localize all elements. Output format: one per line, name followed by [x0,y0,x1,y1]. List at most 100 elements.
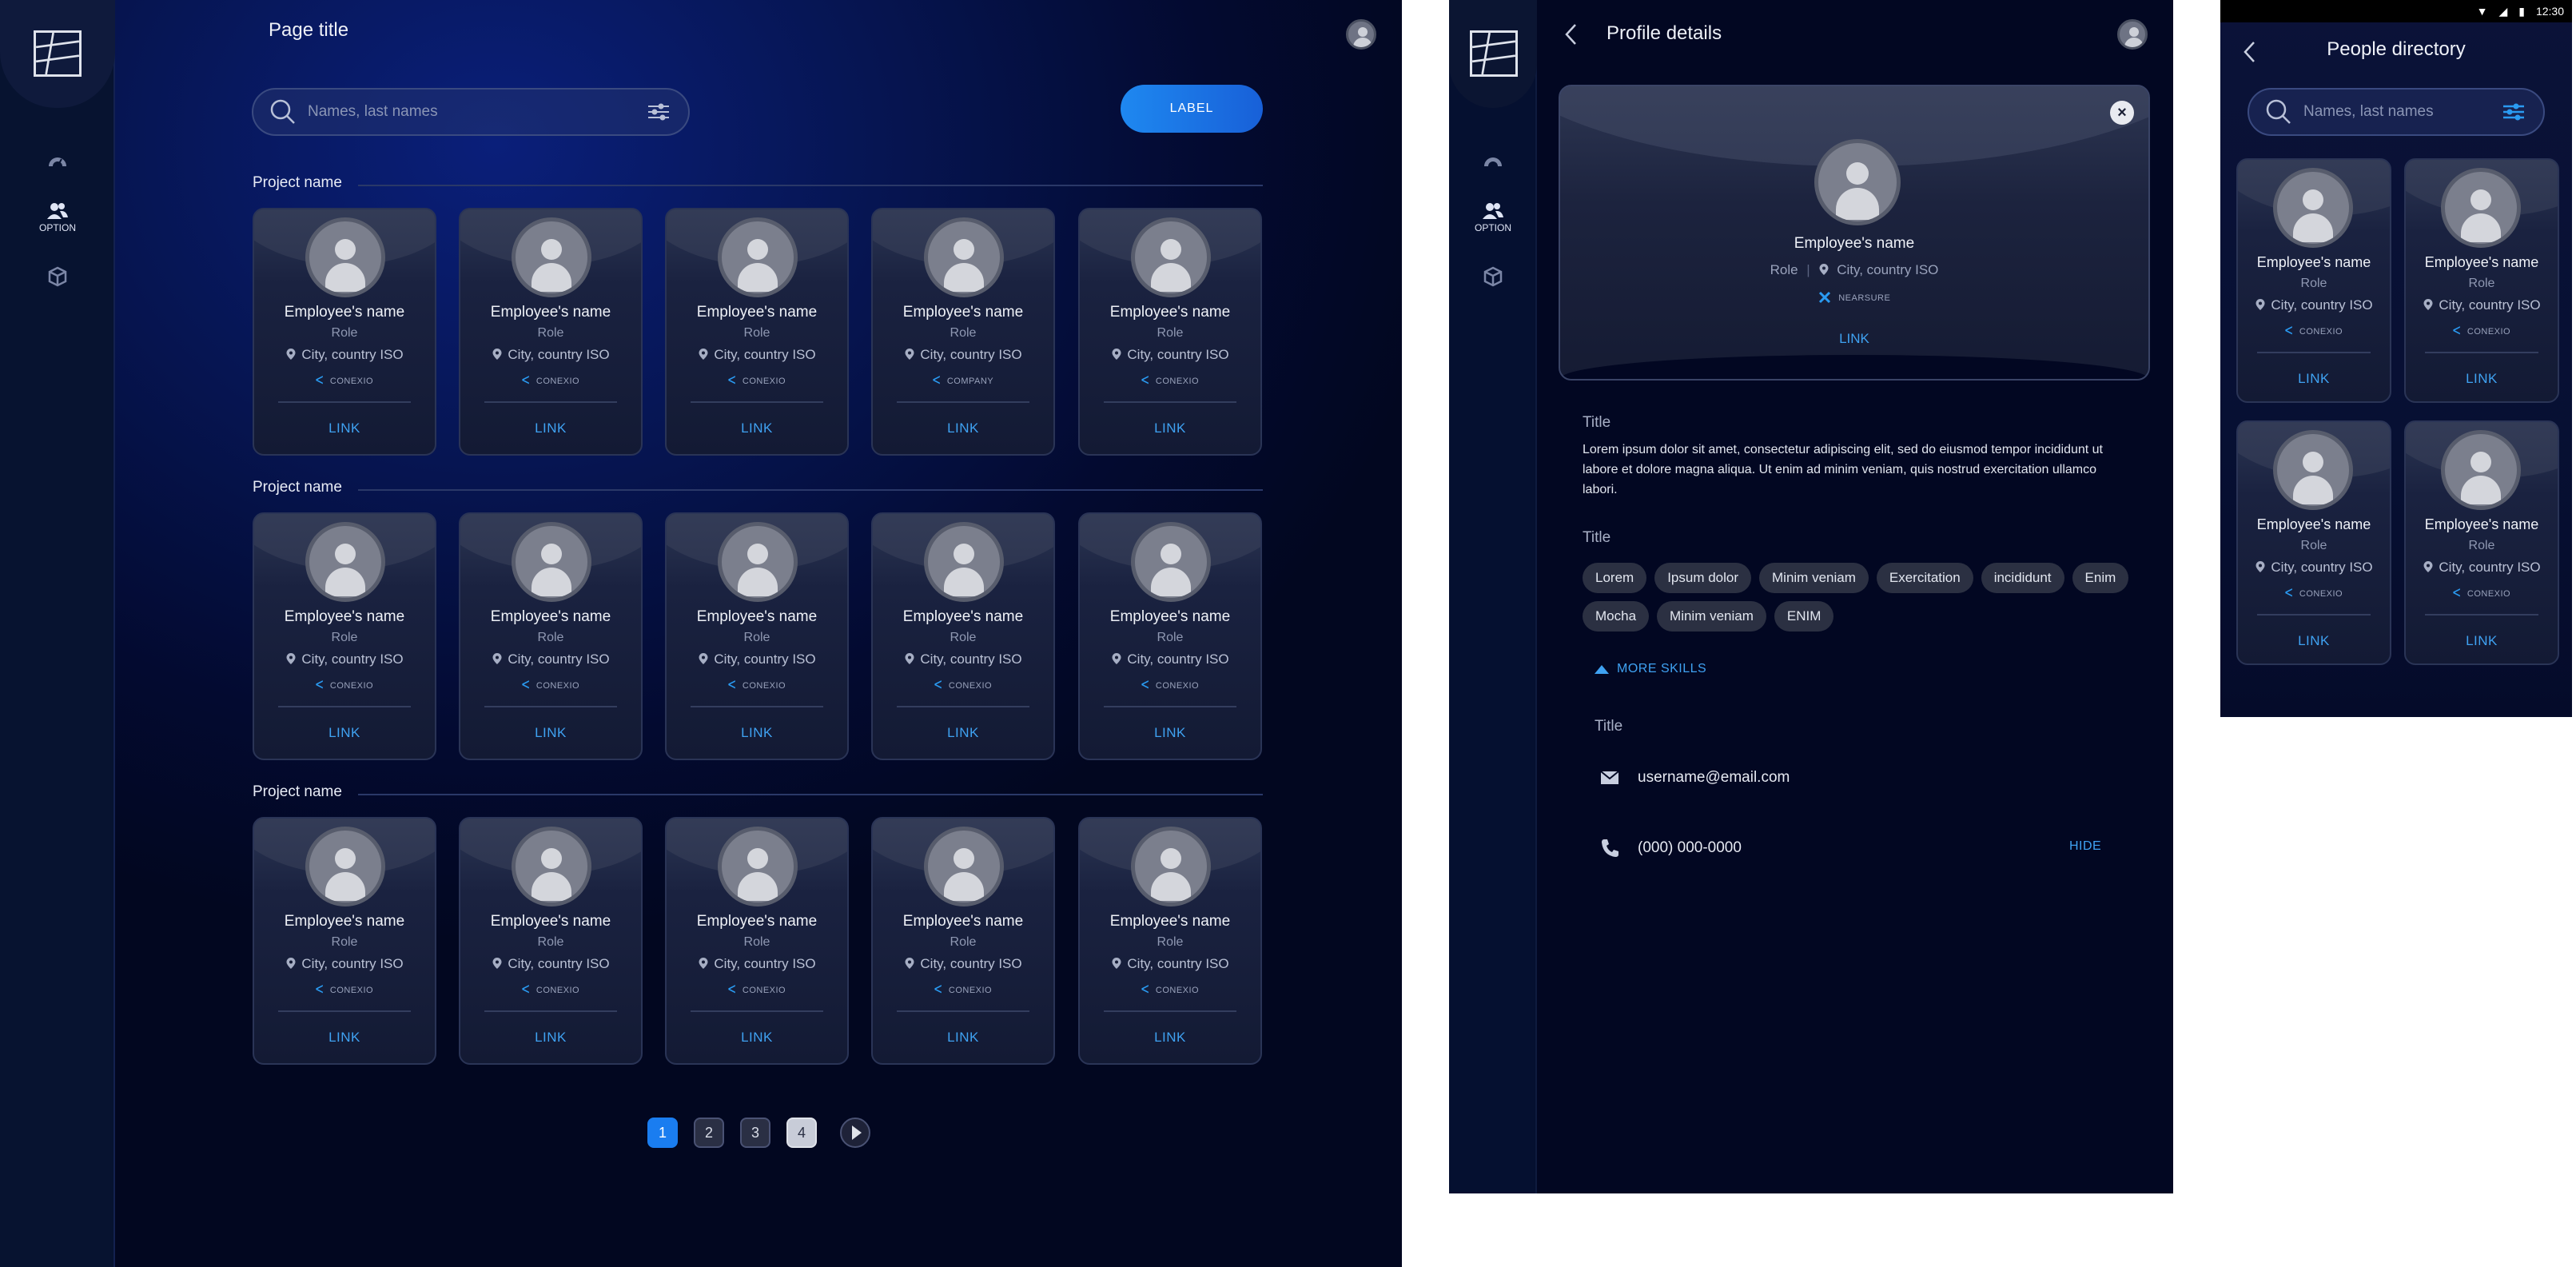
page-title: People directory [2327,38,2466,60]
search-bar[interactable]: Names, last names [252,88,690,136]
page-button[interactable]: 3 [740,1118,770,1148]
page-button[interactable]: 1 [647,1118,678,1148]
section-title: Project name [253,783,342,800]
skill-chip[interactable]: Lorem [1583,563,1647,593]
nav-item-option[interactable]: OPTION [0,200,115,233]
skill-chip[interactable]: Minim veniam [1657,601,1766,632]
card-link[interactable]: LINK [1080,725,1260,741]
location-pin-icon [492,958,502,969]
email-row[interactable]: username@email.com [1599,767,1790,788]
card-link[interactable]: LINK [460,420,641,436]
employee-card[interactable]: Employee's name Role City, country ISO ᐸ CON… [2236,158,2391,403]
company-name: CONEXIO [2467,327,2511,337]
employee-card[interactable]: Employee's name Role City, country ISO ᐸ CON… [2236,420,2391,665]
next-page-button[interactable] [840,1118,870,1148]
employee-avatar [2441,430,2521,510]
back-arrow-icon[interactable] [1563,22,1580,46]
nav-item-cube[interactable] [1449,265,1537,288]
employee-role: Role [950,935,977,949]
company-logo-icon: ᐸ [521,374,530,386]
card-link[interactable]: LINK [254,420,435,436]
company-name: CONEXIO [1155,681,1200,691]
card-link[interactable]: LINK [2406,371,2558,387]
label-button[interactable]: LABEL [1121,85,1263,133]
company-badge: ᐸ CONEXIO [873,679,1053,691]
employee-card[interactable]: Employee's name Role City, country ISO ᐸ CON… [2404,158,2559,403]
card-link[interactable]: LINK [667,1030,847,1046]
card-link[interactable]: LINK [2406,633,2558,649]
nav-item-dashboard[interactable] [1449,150,1537,173]
employee-card[interactable]: Employee's name Role City, country ISO ᐸ CON… [459,208,643,456]
employee-card[interactable]: Employee's name Role City, country ISO ᐸ CON… [253,512,436,760]
card-link[interactable]: LINK [873,1030,1053,1046]
employee-location: City, country ISO [2439,297,2541,313]
page-title: Page title [269,19,349,41]
employee-card[interactable]: Employee's name Role City, country ISO ᐸ CON… [665,208,849,456]
skill-chip[interactable]: incididunt [1981,563,2064,593]
employee-location: City, country ISO [508,651,610,667]
company-logo-icon: ᐸ [727,374,736,386]
employee-card[interactable]: Employee's name Role City, country ISO ᐸ CON… [1078,817,1262,1065]
employee-card[interactable]: Employee's name Role City, country ISO ᐸ CON… [2404,420,2559,665]
search-input[interactable]: Names, last names [308,103,645,121]
search-input[interactable]: Names, last names [2303,103,2500,121]
employee-card[interactable]: Employee's name Role City, country ISO ᐸ CON… [871,512,1055,760]
company-badge: ᐸ CONEXIO [667,679,847,691]
card-link[interactable]: LINK [667,420,847,436]
user-avatar[interactable] [1346,19,1376,50]
employee-card[interactable]: Employee's name Role City, country ISO ᐸ CON… [253,208,436,456]
page-button[interactable]: 4 [786,1118,817,1148]
filter-icon[interactable] [2500,98,2527,126]
more-skills-toggle[interactable]: MORE SKILLS [1595,662,1706,676]
skill-chip[interactable]: Enim [2072,563,2129,593]
hide-button[interactable]: HIDE [2069,839,2101,854]
employee-card[interactable]: Employee's name Role City, country ISO ᐸ CON… [665,817,849,1065]
filter-icon[interactable] [645,98,672,126]
employee-card[interactable]: Employee's name Role City, country ISO ᐸ CON… [253,817,436,1065]
employee-avatar [305,522,385,602]
card-link[interactable]: LINK [2238,371,2390,387]
app-logo-icon[interactable] [1470,30,1518,77]
card-link[interactable]: LINK [460,725,641,741]
nav-item-cube[interactable] [0,265,115,288]
nav-item-dashboard[interactable] [0,150,115,173]
search-bar[interactable]: Names, last names [2248,88,2545,136]
employee-card[interactable]: Employee's name Role City, country ISO ᐸ CON… [1078,208,1262,456]
card-link[interactable]: LINK [2238,633,2390,649]
user-avatar[interactable] [2117,19,2148,50]
close-icon[interactable]: × [2110,101,2134,125]
employee-name: Employee's name [490,304,611,321]
skill-chip[interactable]: Ipsum dolor [1654,563,1752,593]
employee-card[interactable]: Employee's name Role City, country ISO ᐸ COM… [871,208,1055,456]
location-pin-icon [905,349,914,360]
page-button[interactable]: 2 [694,1118,724,1148]
skill-chip[interactable]: ENIM [1774,601,1834,632]
employee-card[interactable]: Employee's name Role City, country ISO ᐸ CON… [459,817,643,1065]
skill-chip[interactable]: Exercitation [1876,563,1973,593]
card-link[interactable]: LINK [1080,1030,1260,1046]
employee-card[interactable]: Employee's name Role City, country ISO ᐸ CON… [1078,512,1262,760]
employee-card[interactable]: Employee's name Role City, country ISO ᐸ CON… [665,512,849,760]
employee-name: Employee's name [696,304,818,321]
skill-chip[interactable]: Minim veniam [1759,563,1869,593]
card-link[interactable]: LINK [873,725,1053,741]
employee-card[interactable]: Employee's name Role City, country ISO ᐸ CON… [459,512,643,760]
status-bar: ▼ ◢ ▮ 12:30 [2220,0,2572,22]
employee-name: Employee's name [902,608,1024,625]
employee-card[interactable]: Employee's name Role City, country ISO ᐸ CON… [871,817,1055,1065]
card-link[interactable]: LINK [667,725,847,741]
card-link[interactable]: LINK [460,1030,641,1046]
card-link[interactable]: LINK [1080,420,1260,436]
employee-location-row: City, country ISO [460,956,641,972]
card-link[interactable]: LINK [254,1030,435,1046]
people-icon [1483,203,1503,219]
skill-chip[interactable]: Mocha [1583,601,1650,632]
profile-link[interactable]: LINK [1560,331,2148,347]
card-link[interactable]: LINK [873,420,1053,436]
app-logo-icon[interactable] [34,30,82,77]
card-link[interactable]: LINK [254,725,435,741]
nav-item-option[interactable]: OPTION [1449,200,1537,233]
cube-icon [1483,266,1503,287]
phone-row[interactable]: (000) 000-0000 [1599,838,1742,859]
employee-avatar [924,522,1004,602]
